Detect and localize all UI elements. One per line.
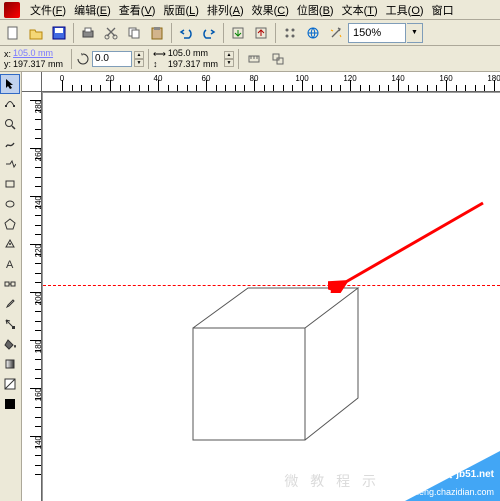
drawing-canvas[interactable]: 微 教 程 示 看字典 jb51.net jiaocheng.chazidian… [42, 92, 500, 501]
wand-button[interactable] [325, 22, 347, 44]
zoom-input[interactable]: 150% [348, 23, 406, 43]
zoom-dropdown[interactable]: ▼ [407, 23, 423, 43]
cube-shape[interactable] [183, 283, 363, 453]
menu-view[interactable]: 查看(V) [115, 0, 160, 20]
rectangle-tool[interactable] [0, 174, 20, 194]
corel-online-button[interactable] [302, 22, 324, 44]
menu-file[interactable]: 文件(F) [26, 0, 70, 20]
standard-toolbar: 150% ▼ [0, 20, 500, 46]
rotation-field[interactable] [92, 51, 132, 67]
workspace: A 020406080100120140160180 2802602402202… [0, 72, 500, 501]
rotation-spinner[interactable]: ▲▼ [134, 51, 144, 67]
menu-text[interactable]: 文本(T) [338, 0, 382, 20]
redo-button[interactable] [198, 22, 220, 44]
paste-button[interactable] [146, 22, 168, 44]
cut-button[interactable] [100, 22, 122, 44]
export-button[interactable] [250, 22, 272, 44]
copy-button[interactable] [123, 22, 145, 44]
property-bar: x:y: ▲▼ ⟷↕ ▲▼ [0, 46, 500, 72]
menu-bar: 文件(F) 编辑(E) 查看(V) 版面(L) 排列(A) 效果(C) 位图(B… [0, 0, 500, 20]
open-button[interactable] [25, 22, 47, 44]
no-fill-swatch[interactable] [0, 374, 20, 394]
menu-bitmap[interactable]: 位图(B) [293, 0, 338, 20]
import-button[interactable] [227, 22, 249, 44]
freehand-tool[interactable] [0, 134, 20, 154]
new-button[interactable] [2, 22, 24, 44]
width-field[interactable] [168, 48, 222, 59]
app-launcher-button[interactable] [279, 22, 301, 44]
zoom-tool[interactable] [0, 114, 20, 134]
fill-tool[interactable] [0, 334, 20, 354]
black-fill-swatch[interactable] [0, 394, 20, 414]
interactive-fill-tool[interactable] [0, 354, 20, 374]
text-tool[interactable]: A [0, 254, 20, 274]
duplicate-distance-button[interactable] [267, 48, 289, 70]
units-button[interactable] [243, 48, 265, 70]
menu-window[interactable]: 窗口 [428, 0, 458, 20]
annotation-arrow [328, 198, 488, 293]
menu-tools[interactable]: 工具(O) [382, 0, 428, 20]
basic-shapes-tool[interactable] [0, 234, 20, 254]
horizontal-ruler[interactable]: 020406080100120140160180 [42, 72, 500, 92]
menu-arrange[interactable]: 排列(A) [203, 0, 248, 20]
undo-button[interactable] [175, 22, 197, 44]
pick-tool[interactable] [0, 74, 20, 94]
polygon-tool[interactable] [0, 214, 20, 234]
vertical-ruler[interactable]: 280260240220200180160140 [22, 92, 42, 501]
ellipse-tool[interactable] [0, 194, 20, 214]
size-icon: ⟷↕ [153, 49, 166, 69]
app-icon [4, 2, 20, 18]
toolbox: A [0, 72, 22, 501]
blend-tool[interactable] [0, 274, 20, 294]
height-field[interactable] [168, 59, 222, 70]
menu-layout[interactable]: 版面(L) [159, 0, 202, 20]
xy-labels: x:y: [4, 49, 11, 69]
svg-text:A: A [6, 259, 14, 270]
menu-edit[interactable]: 编辑(E) [70, 0, 115, 20]
smart-draw-tool[interactable] [0, 154, 20, 174]
menu-effects[interactable]: 效果(C) [248, 0, 293, 20]
rotation-icon [76, 52, 90, 66]
x-position-field[interactable] [13, 48, 67, 59]
print-button[interactable] [77, 22, 99, 44]
eyedropper-tool[interactable] [0, 294, 20, 314]
ruler-origin[interactable] [22, 72, 42, 92]
shape-tool[interactable] [0, 94, 20, 114]
outline-tool[interactable] [0, 314, 20, 334]
save-button[interactable] [48, 22, 70, 44]
watermark: 看字典 jb51.net jiaocheng.chazidian.com [320, 451, 500, 501]
y-position-field[interactable] [13, 59, 67, 70]
size-spinner[interactable]: ▲▼ [224, 51, 234, 67]
canvas-area: 020406080100120140160180 280260240220200… [22, 72, 500, 501]
